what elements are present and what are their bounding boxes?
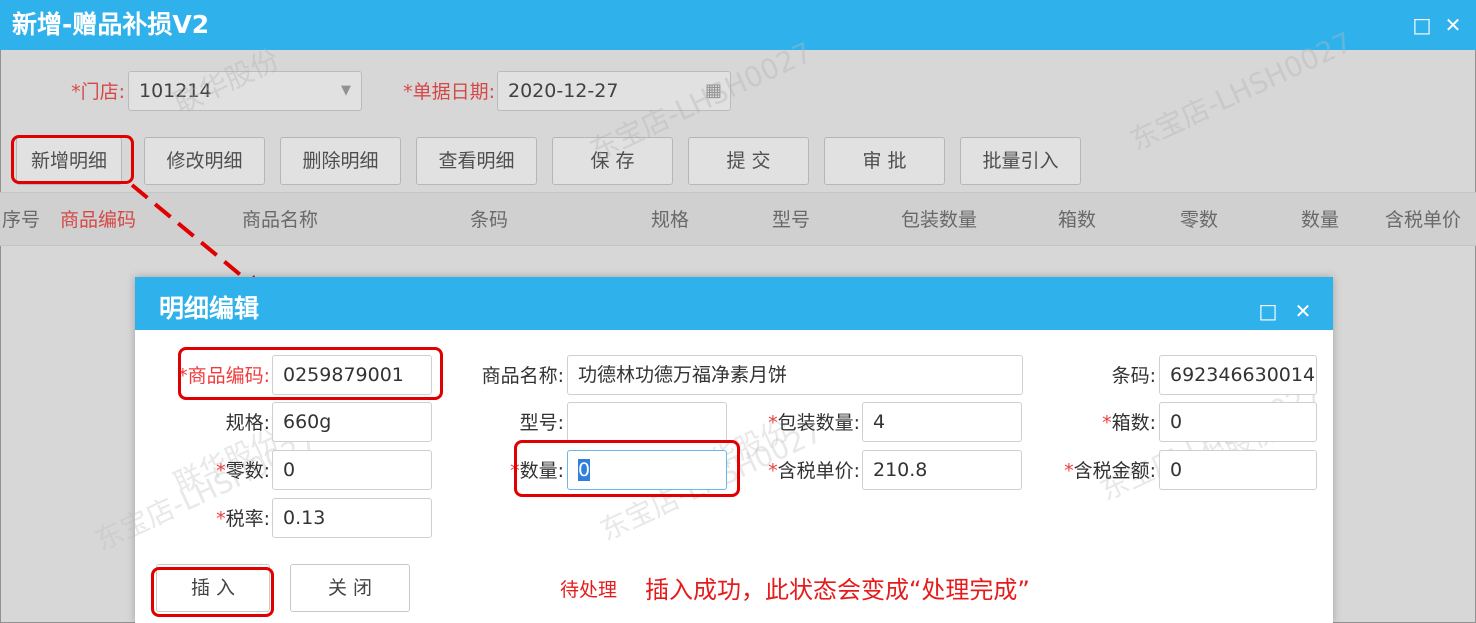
amount-label: *含税金额: bbox=[1064, 460, 1156, 482]
arrow-line bbox=[130, 183, 257, 289]
amount-input[interactable]: 0 bbox=[1159, 450, 1317, 490]
tax-label: *税率: bbox=[216, 508, 270, 530]
dialog-title: 明细编辑 bbox=[135, 277, 1333, 330]
tax-input[interactable]: 0.13 bbox=[272, 498, 432, 538]
price-label: *含税单价: bbox=[768, 460, 860, 482]
name-label: 商品名称: bbox=[481, 365, 564, 387]
dialog-close-icon[interactable]: ✕ bbox=[1291, 285, 1315, 337]
close-button[interactable]: 关 闭 bbox=[290, 564, 410, 612]
loose-label: *零数: bbox=[216, 460, 270, 482]
dialog-maximize-icon[interactable]: □ bbox=[1256, 285, 1280, 337]
highlight-add-detail bbox=[11, 135, 134, 184]
barcode-input[interactable]: 6923466300146 bbox=[1159, 355, 1317, 395]
boxes-input[interactable]: 0 bbox=[1159, 402, 1317, 442]
annotation-text: 插入成功，此状态会变成“处理完成” bbox=[645, 576, 1030, 604]
maximize-icon[interactable]: □ bbox=[1410, 0, 1434, 50]
pack-input[interactable]: 4 bbox=[862, 402, 1022, 442]
boxes-label: *箱数: bbox=[1102, 412, 1156, 434]
highlight-code bbox=[178, 347, 443, 400]
highlight-insert bbox=[151, 567, 274, 617]
pack-label: *包装数量: bbox=[768, 412, 860, 434]
loose-input[interactable]: 0 bbox=[272, 450, 432, 490]
barcode-label: 条码: bbox=[1111, 365, 1156, 387]
close-icon[interactable]: ✕ bbox=[1441, 0, 1465, 50]
window-title: 新增-赠品补损V2 bbox=[0, 0, 1476, 50]
name-input[interactable]: 功德林功德万福净素月饼 bbox=[567, 355, 1023, 395]
spec-label: 规格: bbox=[225, 412, 270, 434]
highlight-qty bbox=[514, 440, 740, 497]
spec-input[interactable]: 660g bbox=[272, 402, 432, 442]
status-text: 待处理 bbox=[560, 579, 618, 601]
model-input[interactable] bbox=[567, 402, 727, 442]
price-input[interactable]: 210.8 bbox=[862, 450, 1022, 490]
model-label: 型号: bbox=[519, 412, 564, 434]
